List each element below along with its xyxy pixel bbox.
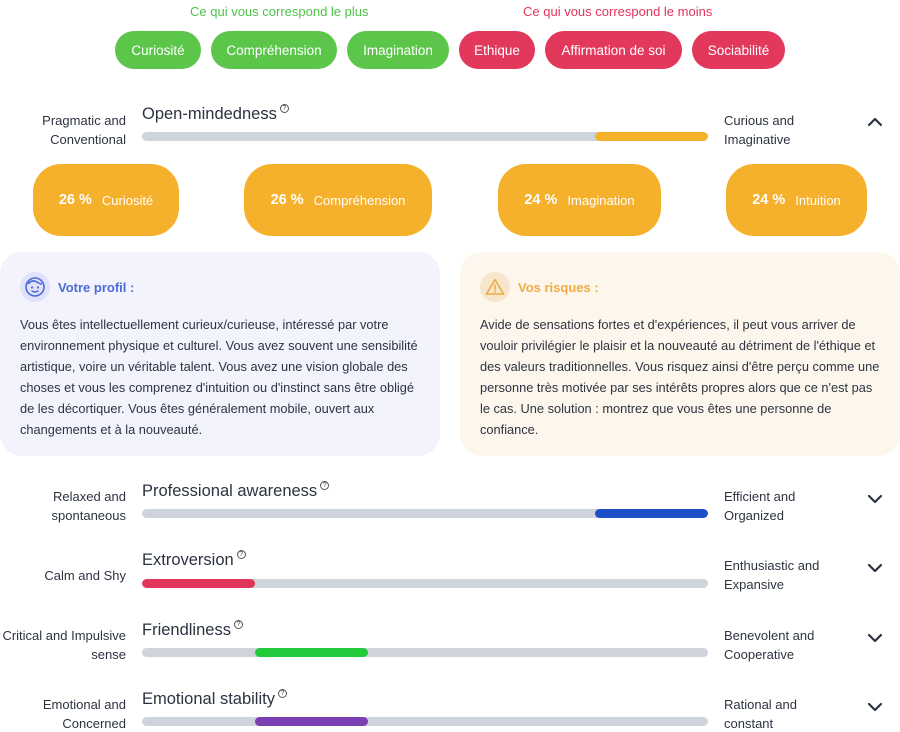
trait-open-mindedness: Pragmatic and Conventional Open-mindedne… [0,100,900,160]
least-matching-heading: Ce qui vous correspond le moins [523,4,713,19]
chip-comprehension[interactable]: Compréhension [211,31,337,69]
score-curiosite: 26 % Curiosité [33,164,179,236]
trait-left-label: Emotional and Concerned [42,697,126,731]
warning-icon [480,272,510,302]
score-imagination: 24 % Imagination [498,164,661,236]
chevron-up-icon[interactable] [866,113,884,131]
chevron-down-icon[interactable] [866,629,884,647]
trait-title: Open-mindedness? [142,104,289,124]
score-label: Intuition [795,192,841,208]
chevron-down-icon[interactable] [866,698,884,716]
trait-title: Extroversion? [142,550,246,570]
trait-bar-track [142,132,708,141]
trait-right-label: Curious and Imaginative [724,113,795,147]
trait-left-label: Pragmatic and Conventional [42,113,126,147]
trait-bar-fill [594,509,708,518]
trait-bar-fill [142,579,256,588]
chip-ethique[interactable]: Ethique [459,31,535,69]
trait-emotional-stability: Emotional and Concerned Emotional stabil… [0,685,900,732]
trait-title: Emotional stability? [142,689,287,709]
face-icon [20,272,50,302]
score-label: Curiosité [101,192,154,208]
trait-extroversion: Calm and Shy Extroversion? Enthusiastic … [0,546,900,606]
trait-left-label: Critical and Impulsive sense [2,628,126,662]
score-percent: 26 % [58,192,92,208]
trait-title: Professional awareness? [142,481,330,501]
score-label: Compréhension [313,192,406,208]
score-label: Imagination [567,192,635,208]
trait-left-label: Relaxed and spontaneous [51,489,126,523]
risks-title: Vos risques : [518,279,599,295]
chip-curiosite[interactable]: Curiosité [115,31,201,69]
trait-bar-fill [255,648,369,657]
help-icon[interactable]: ? [233,620,243,629]
trait-right-label: Enthusiastic and Expansive [724,558,820,592]
trait-right-label: Rational and constant [724,697,797,731]
chevron-down-icon[interactable] [866,559,884,577]
help-icon[interactable]: ? [279,104,289,113]
trait-professional-awareness: Relaxed and spontaneous Professional awa… [0,477,900,537]
profile-title: Votre profil : [58,279,135,295]
trait-left-label: Calm and Shy [44,568,126,583]
chip-sociabilite[interactable]: Sociabilité [692,31,785,69]
profile-text: Vous êtes intellectuellement curieux/cur… [20,317,418,437]
most-matching-heading: Ce qui vous correspond le plus [190,4,369,19]
trait-bar-track [142,648,708,657]
trait-bar-fill [255,717,369,726]
trait-title: Friendliness? [142,620,243,640]
profile-card: Votre profil : Vous êtes intellectuellem… [0,252,440,456]
help-icon[interactable]: ? [320,481,330,490]
trait-bar-fill [594,132,708,141]
risks-text: Avide de sensations fortes et d'expérien… [480,317,880,437]
trait-bar-track [142,509,708,518]
risks-card: Vos risques : Avide de sensations fortes… [460,252,900,456]
score-percent: 26 % [270,192,304,208]
trait-friendliness: Critical and Impulsive sense Friendlines… [0,616,900,676]
help-icon[interactable]: ? [277,689,287,698]
trait-bar-track [142,717,708,726]
score-percent: 24 % [752,192,786,208]
chip-imagination[interactable]: Imagination [347,31,449,69]
trait-bar-track [142,579,708,588]
score-comprehension: 26 % Compréhension [244,164,432,236]
help-icon[interactable]: ? [236,550,246,559]
chevron-down-icon[interactable] [866,490,884,508]
score-intuition: 24 % Intuition [726,164,867,236]
trait-right-label: Efficient and Organized [724,489,796,523]
trait-right-label: Benevolent and Cooperative [724,628,815,662]
chip-affirmation-de-soi[interactable]: Affirmation de soi [545,31,682,69]
score-percent: 24 % [524,192,558,208]
